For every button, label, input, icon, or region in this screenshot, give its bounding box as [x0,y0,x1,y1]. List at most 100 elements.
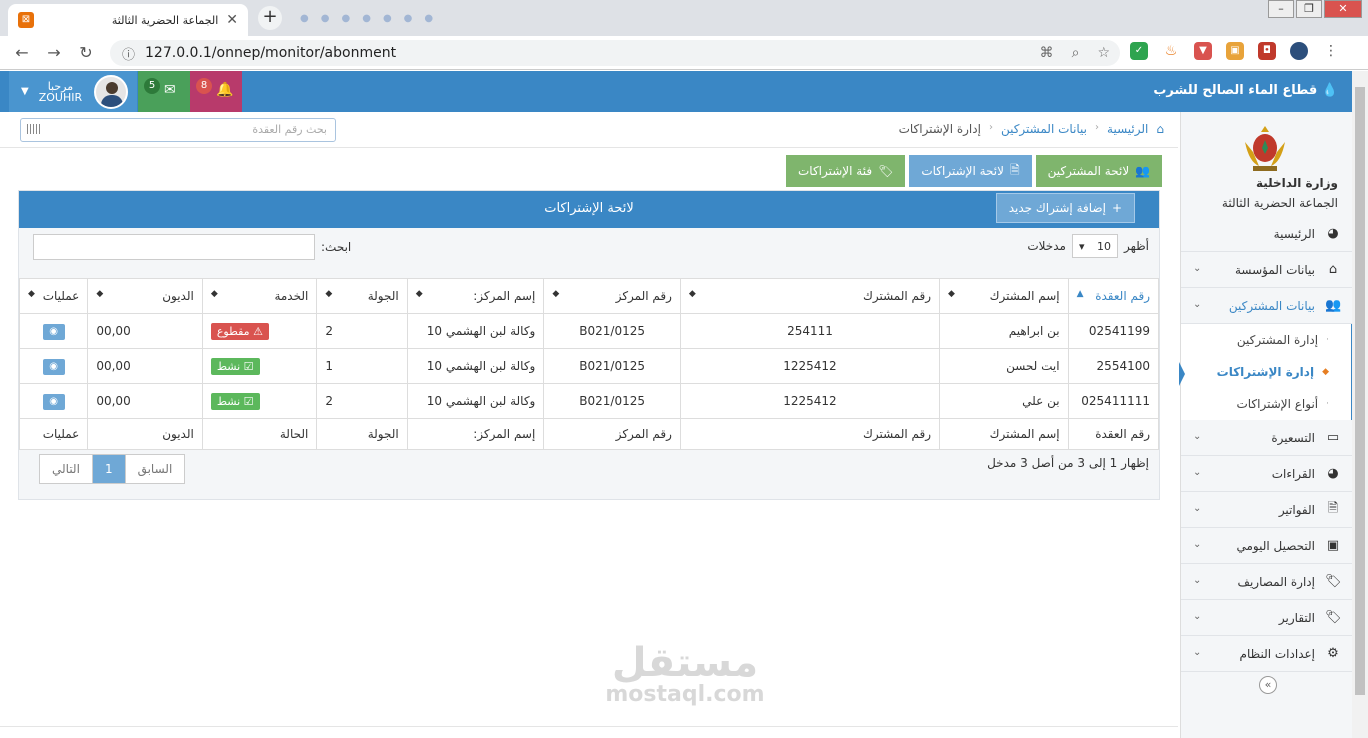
header-name[interactable]: إسم المشترك ◆ [939,278,1069,314]
app-topbar: 💧 قطاع الماء الصالح للشرب ▼ مرحبا ZOUHIR… [0,71,1352,112]
home-icon[interactable]: ⌂ [1156,122,1164,136]
status-badge: ⚠ مقطوع [210,322,269,340]
page-length-select[interactable]: 10 ▾ [1071,234,1118,258]
chevron-down-icon: ⌄ [1193,263,1202,274]
breadcrumb-level2: إدارة الإشتراكات [898,122,981,136]
ghost-tab-icon: ● [320,12,330,24]
cell-status: ⚠ مقطوع [201,313,318,349]
back-arrow-icon[interactable]: ← [6,43,38,62]
add-subscription-button[interactable]: + إضافة إشتراك جديد [995,193,1135,223]
user-menu[interactable]: ▼ مرحبا ZOUHIR [9,71,137,112]
browser-tab[interactable]: ⊠ الجماعة الحضرية الثالثة ✕ [8,4,248,36]
header-round[interactable]: الجولة ◆ [316,278,408,314]
cell-center-name: وكالة لبن الهشمي 10 [406,383,545,419]
forward-arrow-icon[interactable]: → [38,43,70,62]
sidebar-item-subscribers[interactable]: ⌄ بيانات المشتركين 👥 [1181,288,1353,324]
sidebar-item-label: الرئيسية [1273,226,1315,241]
sidebar-item-label: الفواتير [1278,502,1315,517]
header-service[interactable]: الخدمة ◆ [201,278,318,314]
view-eye-icon[interactable]: ◉ [42,358,65,375]
cell-status: ☑ نشط [201,348,318,384]
minimize-button[interactable]: – [1268,0,1294,18]
bookmark-star-icon[interactable]: ☆ [1097,45,1110,61]
chevron-down-icon: ⌄ [1193,611,1202,622]
fire-extension-icon[interactable]: ♨ [1162,42,1180,60]
sidebar-item-settings[interactable]: ⌄ إعدادات النظام ⚙ [1181,636,1353,672]
sidebar-item-home[interactable]: الرئيسية ◕ [1181,216,1353,252]
cell-center-no: B021/0125 [543,383,681,419]
org-line-1: وزارة الداخلية [1255,176,1338,190]
page-1-button[interactable]: 1 [91,455,125,483]
header-center-no[interactable]: رقم المركز ◆ [543,278,681,314]
bag-extension-icon[interactable]: ▣ [1226,42,1244,60]
sidebar-item-pricing[interactable]: ⌄ التسعيرة ▭ [1181,420,1353,456]
money-icon: ▣ [1326,538,1340,553]
active-item-indicator [1179,362,1185,386]
translate-icon[interactable]: ⌘ [1040,45,1054,61]
notifications-button[interactable]: 8 🔔 [190,71,242,112]
shield-extension-icon[interactable]: ✓ [1130,42,1148,60]
cell-center-no: B021/0125 [543,313,681,349]
ghost-tab-icon: ● [424,12,434,24]
scrollbar-thumb[interactable] [1355,87,1365,695]
breadcrumb-home[interactable]: الرئيسية [1107,122,1148,136]
maximize-button[interactable]: ❐ [1296,0,1322,18]
brave-extension-icon[interactable]: ▼ [1194,42,1212,60]
close-window-button[interactable]: ✕ [1324,0,1362,18]
cell-contract: 025411111 [1067,383,1160,419]
new-tab-button[interactable]: + [258,6,282,30]
view-eye-icon[interactable]: ◉ [42,393,65,410]
sidebar-item-daily-collection[interactable]: ⌄ التحصيل اليومي ▣ [1181,528,1353,564]
status-text: نشط [216,394,241,408]
ghost-tab-icon: ● [362,12,371,24]
watermark-arabic: مستقل [611,640,759,686]
sort-icon: ◆ [688,289,696,299]
collapse-sidebar-icon[interactable]: « [1259,676,1277,694]
close-tab-icon[interactable]: ✕ [226,12,238,28]
prev-page-button[interactable]: السابق [124,455,185,483]
url-bar[interactable]: ⓘ 127.0.0.1/onnep/monitor/abonment ⌘ ⌕ ☆ [110,40,1120,66]
header-contract[interactable]: رقم العقدة ▲ [1067,278,1160,314]
sidebar-subitem-manage-subscribers[interactable]: إدارة المشتركين · [1181,324,1353,356]
sidebar-subitem-subscription-types[interactable]: أنواع الإشتراكات · [1181,388,1353,420]
menu-icon[interactable]: ⋮ [1322,42,1340,60]
subscription-category-button[interactable]: 🏷 فئة الإشتراكات [786,155,906,187]
subscriptions-list-button[interactable]: 🗎 لائحة الإشتراكات [909,155,1032,187]
pocket-extension-icon[interactable]: ◘ [1258,42,1276,60]
sidebar-item-readings[interactable]: ⌄ القراءات ◕ [1181,456,1353,492]
zoom-icon[interactable]: ⌕ [1072,45,1080,61]
messages-button[interactable]: 5 ✉ [138,71,190,112]
sidebar-item-institution[interactable]: ⌄ بيانات المؤسسة ⌂ [1181,252,1353,288]
table-row: 2554100 ايت لحسن 1225412 B021/0125 وكالة… [18,348,1160,384]
sidebar-item-expenses[interactable]: ⌄ إدارة المصاريف 🏷 [1181,564,1353,600]
next-page-button[interactable]: التالي [40,455,92,483]
home-icon: ⌂ [1328,262,1338,277]
brand-title[interactable]: 💧 قطاع الماء الصالح للشرب [1153,83,1338,98]
sidebar-item-label: إعدادات النظام [1239,646,1315,661]
check-icon: ☑ [240,359,254,373]
sidebar-item-label: بيانات المشتركين [1228,298,1315,313]
tab-title: الجماعة الحضرية الثالثة [111,13,219,27]
header-actions[interactable]: عمليات ◆ [18,278,89,314]
subscribers-list-button[interactable]: 👥 لائحة المشتركين [1035,155,1163,187]
table-header-row: رقم العقدة ▲ إسم المشترك ◆ رقم المشترك ◆ رق… [18,278,1160,314]
sidebar-item-invoices[interactable]: ⌄ الفواتير 🗎 [1181,492,1353,528]
header-center-name[interactable]: إسم المركز: ◆ [406,278,545,314]
sidebar-subitem-manage-subscriptions[interactable]: إدارة الإشتراكات ◆ [1181,356,1353,388]
breadcrumb-level1[interactable]: بيانات المشتركين [1001,122,1087,136]
cell-actions: ◉ [18,313,89,349]
sidebar-item-reports[interactable]: ⌄ التقارير 🏷 [1181,600,1353,636]
cell-name: بن علي [939,383,1069,419]
table-search-input[interactable] [33,234,315,260]
view-eye-icon[interactable]: ◉ [42,323,65,340]
contract-search-input[interactable]: بحث رقم العقدة [20,118,336,142]
page-scrollbar[interactable] [1352,71,1368,738]
gears-icon: ⚙ [1327,646,1339,661]
header-debt[interactable]: الديون ◆ [87,278,203,314]
sort-icon: ◆ [552,289,560,299]
action-buttons: 🏷 فئة الإشتراكات 🗎 لائحة الإشتراكات 👥 لائحة… [786,155,1163,187]
reload-icon[interactable]: ↻ [70,43,102,62]
info-icon: ⓘ [122,47,136,63]
header-sub-no[interactable]: رقم المشترك ◆ [679,278,941,314]
profile-icon[interactable] [1290,42,1308,60]
